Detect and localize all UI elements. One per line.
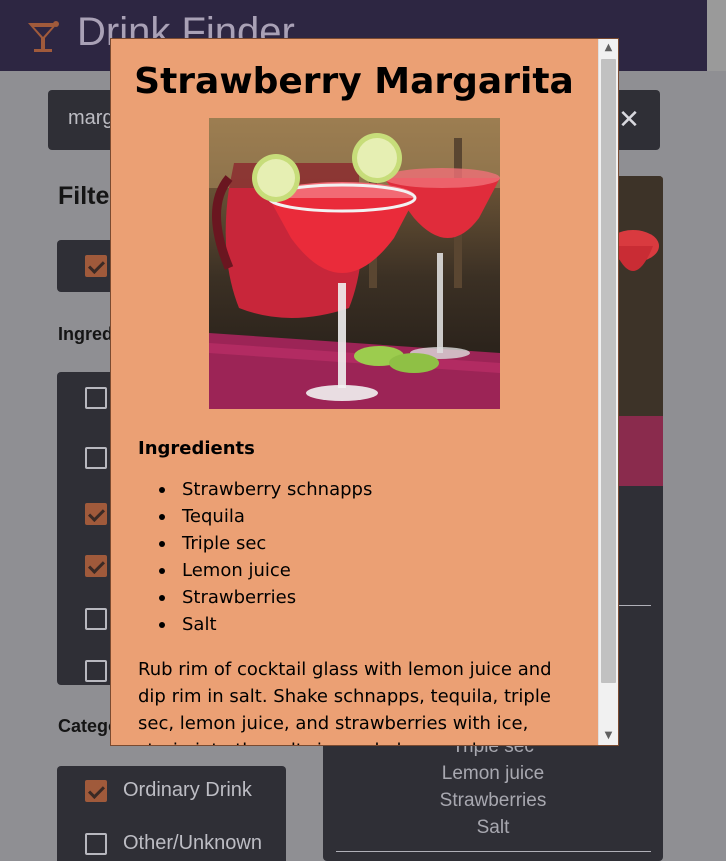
ingredient-checkbox[interactable] [85,503,107,525]
filter-checkbox[interactable] [85,255,107,277]
card-ingredient: Salt [476,817,510,838]
close-icon[interactable]: ✕ [617,107,641,133]
ingredient-checkbox[interactable] [85,608,107,630]
category-label[interactable]: Other/Unknown [123,832,262,855]
modal-scrollbar[interactable]: ▲ ▼ [598,39,618,745]
category-checkbox-other-unknown[interactable] [85,833,107,855]
card-ingredient: Lemon juice [441,763,545,784]
ingredient-checkbox[interactable] [85,660,107,682]
category-label[interactable]: Ordinary Drink [123,779,252,802]
ingredient-item: Salt [159,611,372,638]
drink-detail-modal[interactable]: Strawberry Margarita Ingredients Strawbe… [110,38,619,746]
ingredient-checkbox[interactable] [85,447,107,469]
ingredient-item: Tequila [159,503,372,530]
cocktail-glass-icon [28,21,59,52]
instructions-text: Rub rim of cocktail glass with lemon jui… [138,659,552,745]
scroll-down-arrow-icon[interactable]: ▼ [599,727,618,745]
ingredient-item: Triple sec [159,530,372,557]
scroll-thumb[interactable] [601,59,616,683]
card-divider [336,851,651,852]
ingredients-heading: Ingredients [138,438,255,459]
ingredient-checkbox[interactable] [85,555,107,577]
modal-title: Strawberry Margarita [134,61,574,102]
ingredients-list: Strawberry schnapps Tequila Triple sec L… [159,476,372,638]
ingredient-item: Strawberries [159,584,372,611]
scroll-up-arrow-icon[interactable]: ▲ [599,39,618,57]
drink-photo [209,118,500,409]
category-checkbox-ordinary-drink[interactable] [85,780,107,802]
card-ingredient: Strawberries [439,790,547,811]
ingredient-checkbox[interactable] [85,387,107,409]
ingredient-item: Lemon juice [159,557,372,584]
ingredient-item: Strawberry schnapps [159,476,372,503]
